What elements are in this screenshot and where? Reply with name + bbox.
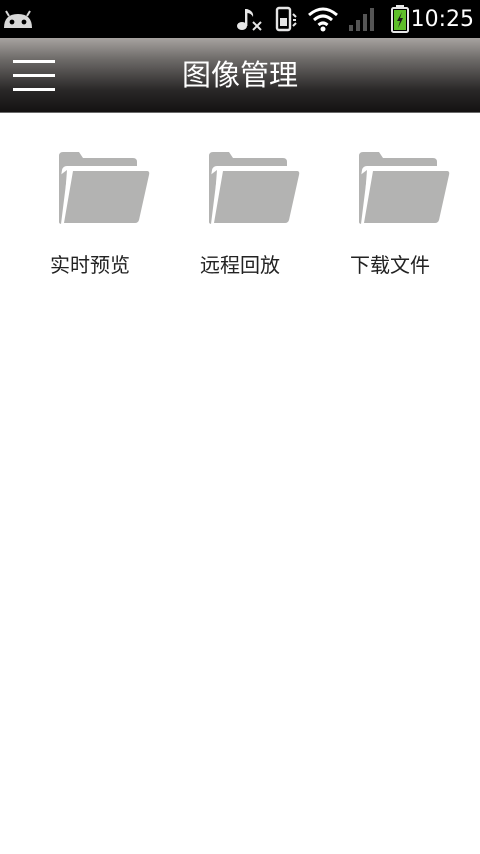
music-muted-icon bbox=[234, 0, 264, 38]
menu-button[interactable] bbox=[8, 50, 60, 100]
folder-downloaded-files[interactable]: 下载文件 bbox=[315, 146, 465, 282]
wifi-icon bbox=[306, 0, 340, 38]
folder-remote-playback[interactable]: 远程回放 bbox=[165, 146, 315, 282]
vibrate-icon bbox=[272, 0, 300, 38]
folder-live-preview[interactable]: 实时预览 bbox=[15, 146, 165, 282]
signal-icon bbox=[346, 0, 378, 38]
title-bar: 图像管理 bbox=[0, 38, 480, 113]
page-title: 图像管理 bbox=[181, 58, 298, 92]
folder-label: 实时预览 bbox=[50, 253, 130, 277]
status-bar: 10:25 bbox=[0, 0, 480, 38]
folder-label: 远程回放 bbox=[200, 253, 280, 277]
android-notification-icon bbox=[0, 0, 36, 38]
folder-label: 下载文件 bbox=[350, 253, 430, 277]
battery-charging-icon bbox=[388, 0, 412, 38]
clock-time: 10:25 bbox=[410, 7, 474, 32]
